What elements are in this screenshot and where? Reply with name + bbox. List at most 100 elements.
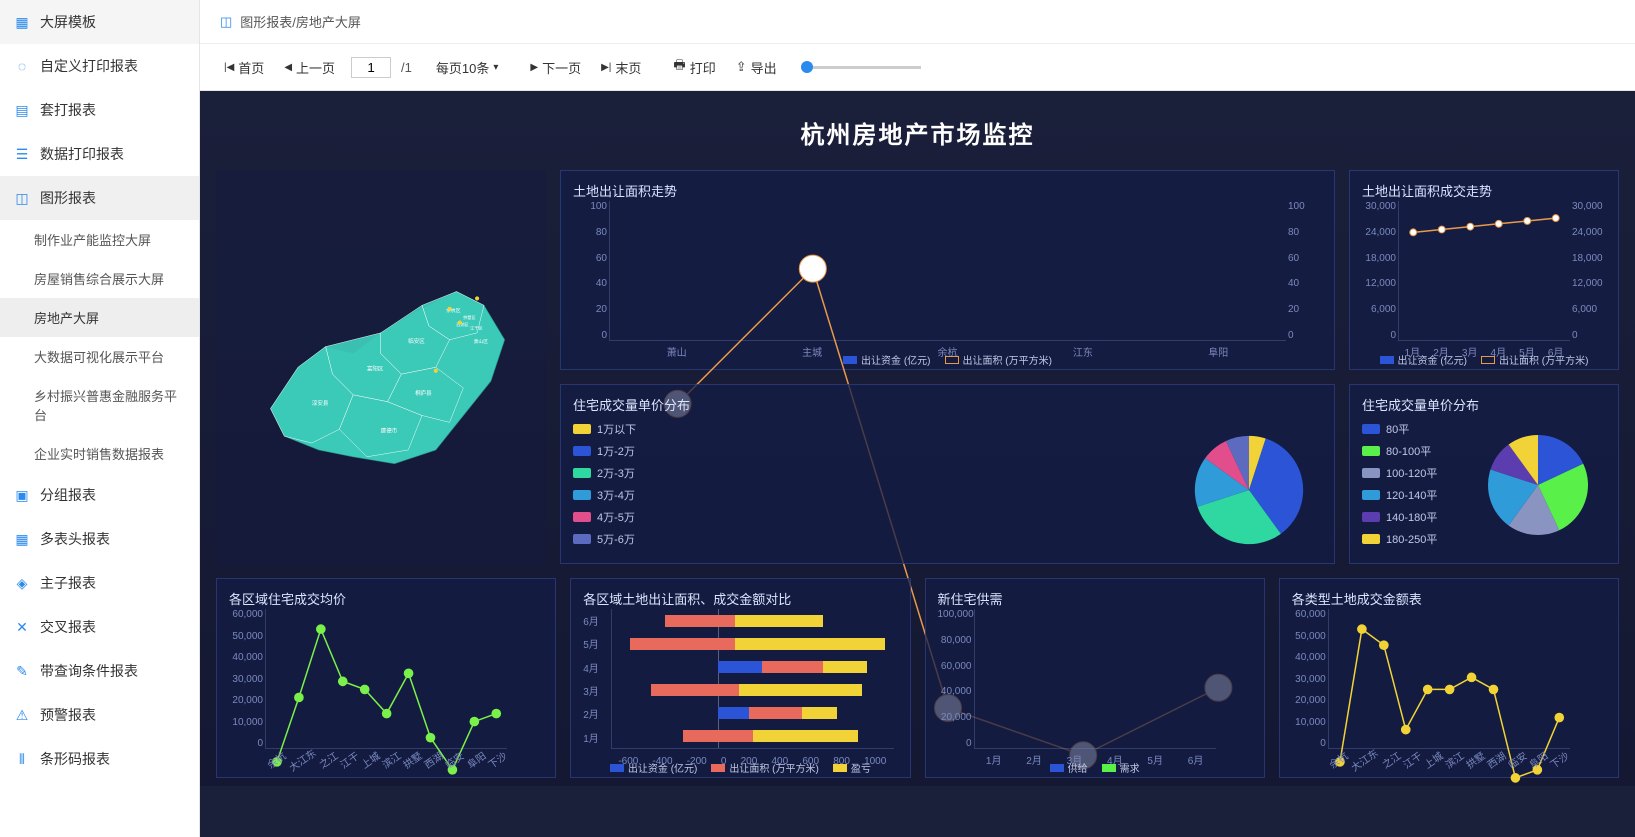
print-label: 打印	[690, 58, 716, 77]
chart-icon: ◫	[220, 14, 232, 30]
nav-label: 主子报表	[40, 573, 96, 593]
legend: 供给 需求	[926, 760, 1264, 775]
svg-text:江干区: 江干区	[470, 324, 482, 330]
nav-item-warn-report[interactable]: ⚠ 预警报表	[0, 693, 199, 737]
hangzhou-map: 淳安县 建德市 桐庐县 富阳区 临安区 余杭区 萧山区 西湖区 拱墅区 江干区	[243, 199, 518, 536]
nav-label: 大屏模板	[40, 12, 96, 32]
legend-area: 出让面积 (万平方米)	[963, 352, 1052, 367]
nav-item-parentchild-report[interactable]: ◈ 主子报表	[0, 561, 199, 605]
legend-area: 出让面积 (万平方米)	[1499, 352, 1588, 367]
nav-item-chart-report[interactable]: ◫ 图形报表	[0, 176, 199, 220]
multihead-icon: ▦	[14, 531, 30, 547]
print-batch-icon: ▤	[14, 102, 30, 118]
nav-item-cross-report[interactable]: ✕ 交叉报表	[0, 605, 199, 649]
legend: 出让资金 (亿元) 出让面积 (万平方米) 盈亏	[571, 760, 909, 775]
last-page-button[interactable]: ▶|末页	[593, 54, 649, 81]
nav-item-query-report[interactable]: ✎ 带查询条件报表	[0, 649, 199, 693]
next-label: 下一页	[542, 58, 581, 77]
dashboard-title: 杭州房地产市场监控	[216, 115, 1619, 150]
nav-item-group-report[interactable]: ▣ 分组报表	[0, 473, 199, 517]
export-button[interactable]: ⇪导出	[728, 54, 785, 81]
legend-demand: 需求	[1120, 760, 1140, 775]
card-land-deal-trend: 土地出让面积成交走势 30,00024,00018,00012,0006,000…	[1349, 170, 1619, 370]
legend-prof: 盈亏	[851, 760, 871, 775]
svg-text:拱墅区: 拱墅区	[464, 314, 476, 320]
print-button[interactable]: 🖶 打印	[665, 52, 723, 82]
chevron-down-icon: ▾	[493, 62, 498, 73]
legend-amount: 出让资金 (亿元)	[628, 760, 697, 775]
chart-c5: 60,00050,00040,00030,00020,00010,0000 余杭…	[229, 609, 543, 749]
last-icon: ▶|	[601, 62, 611, 73]
pagesize-label: 每页10条	[436, 58, 489, 77]
breadcrumb-text: 图形报表/房地产大屏	[240, 12, 361, 31]
legend: 出让资金 (亿元) 出让面积 (万平方米)	[1350, 352, 1618, 367]
slider-thumb[interactable]	[801, 61, 813, 73]
nav-label: 交叉报表	[40, 617, 96, 637]
dashboard: 杭州房地产市场监控 土地出让面积走势 100806040200 10080604…	[200, 91, 1635, 786]
warn-icon: ⚠	[14, 707, 30, 723]
cross-icon: ✕	[14, 619, 30, 635]
nav-label: 多表头报表	[40, 529, 110, 549]
card-title: 新住宅供需	[938, 589, 1252, 608]
card-title: 住宅成交量单价分布	[573, 395, 1322, 414]
pie-legend: 80平80-100平100-120平120-140平140-180平180-25…	[1362, 421, 1437, 547]
breadcrumb: ◫ 图形报表/房地产大屏	[200, 0, 1635, 44]
barcode-icon: ⦀	[14, 751, 30, 767]
export-icon: ⇪	[736, 59, 747, 75]
nav-item-barcode-report[interactable]: ⦀ 条形码报表	[0, 737, 199, 781]
card-title: 各类型土地成交金额表	[1292, 589, 1606, 608]
pagesize-select[interactable]: 每页10条 ▾	[428, 54, 507, 81]
nav-item-big-screen-template[interactable]: ▦ 大屏模板	[0, 0, 199, 44]
chart-icon: ◫	[14, 190, 30, 206]
nav-sub-enterprise-sales[interactable]: 企业实时销售数据报表	[0, 434, 199, 473]
nav-label: 图形报表	[40, 188, 96, 208]
nav-sub-big-data-viz[interactable]: 大数据可视化展示平台	[0, 337, 199, 376]
data-print-icon: ☰	[14, 146, 30, 162]
export-label: 导出	[751, 58, 777, 77]
zoom-slider[interactable]	[801, 66, 921, 69]
nav-item-data-print[interactable]: ☰ 数据打印报表	[0, 132, 199, 176]
parentchild-icon: ◈	[14, 575, 30, 591]
legend-amount: 出让资金 (亿元)	[1398, 352, 1467, 367]
query-icon: ✎	[14, 663, 30, 679]
nav-label: 分组报表	[40, 485, 96, 505]
card-title: 住宅成交量单价分布	[1362, 395, 1606, 414]
legend-area: 出让面积 (万平方米)	[729, 760, 818, 775]
prev-label: 上一页	[296, 58, 335, 77]
print-icon: 🖶	[673, 56, 685, 78]
slider-track	[801, 66, 921, 69]
nav-sub-manufacturing[interactable]: 制作业产能监控大屏	[0, 220, 199, 259]
first-icon: |◀	[224, 62, 234, 73]
nav-item-custom-print[interactable]: ◌ 自定义打印报表	[0, 44, 199, 88]
nav-sub-house-sales[interactable]: 房屋销售综合展示大屏	[0, 259, 199, 298]
page-input[interactable]	[351, 57, 391, 78]
nav-label: 套打报表	[40, 100, 96, 120]
nav-label: 自定义打印报表	[40, 56, 138, 76]
nav-sub-rural-finance[interactable]: 乡村振兴普惠金融服务平台	[0, 376, 199, 434]
nav-label: 带查询条件报表	[40, 661, 138, 681]
chart-c2: 30,00024,00018,00012,0006,0000 30,00024,…	[1362, 201, 1606, 341]
prev-icon: ◀	[284, 62, 292, 73]
nav-sub-real-estate[interactable]: 房地产大屏	[0, 298, 199, 337]
prev-page-button[interactable]: ◀ 上一页	[276, 54, 343, 81]
monitor-icon: ▦	[14, 14, 30, 30]
nav-item-batch-print[interactable]: ▤ 套打报表	[0, 88, 199, 132]
nav-label: 条形码报表	[40, 749, 110, 769]
nav-item-multihead-report[interactable]: ▦ 多表头报表	[0, 517, 199, 561]
dashboard-scroll[interactable]: 杭州房地产市场监控 土地出让面积走势 100806040200 10080604…	[200, 91, 1635, 837]
nav-label: 预警报表	[40, 705, 96, 725]
pie-chart	[1478, 425, 1598, 545]
legend-supply: 供给	[1068, 760, 1088, 775]
next-page-button[interactable]: ▶下一页	[522, 54, 589, 81]
nav-label: 数据打印报表	[40, 144, 124, 164]
chart-c6: 6月5月4月3月2月1月 -600-400-200020040060080010…	[583, 609, 897, 749]
card-land-type-amount: 各类型土地成交金额表 60,00050,00040,00030,00020,00…	[1279, 578, 1619, 778]
first-label: 首页	[238, 58, 264, 77]
chart-c7: 100,00080,00060,00040,00020,0000 1月2月3月4…	[938, 609, 1252, 749]
toolbar: |◀首页 ◀上一页 /1 每页10条 ▾ ▶下一页 ▶|末页 🖶打印 ⇪导出	[200, 44, 1635, 91]
card-supply-demand: 新住宅供需 100,00080,00060,00040,00020,0000 1…	[925, 578, 1265, 778]
card-area-deal-compare: 各区域土地出让面积、成交金额对比 6月5月4月3月2月1月 -600-400-2…	[570, 578, 910, 778]
legend: 出让资金 (亿元) 出让面积 (万平方米)	[561, 352, 1334, 367]
chart-c8: 60,00050,00040,00030,00020,00010,0000 余杭…	[1292, 609, 1606, 749]
first-page-button[interactable]: |◀ 首页	[216, 54, 272, 81]
